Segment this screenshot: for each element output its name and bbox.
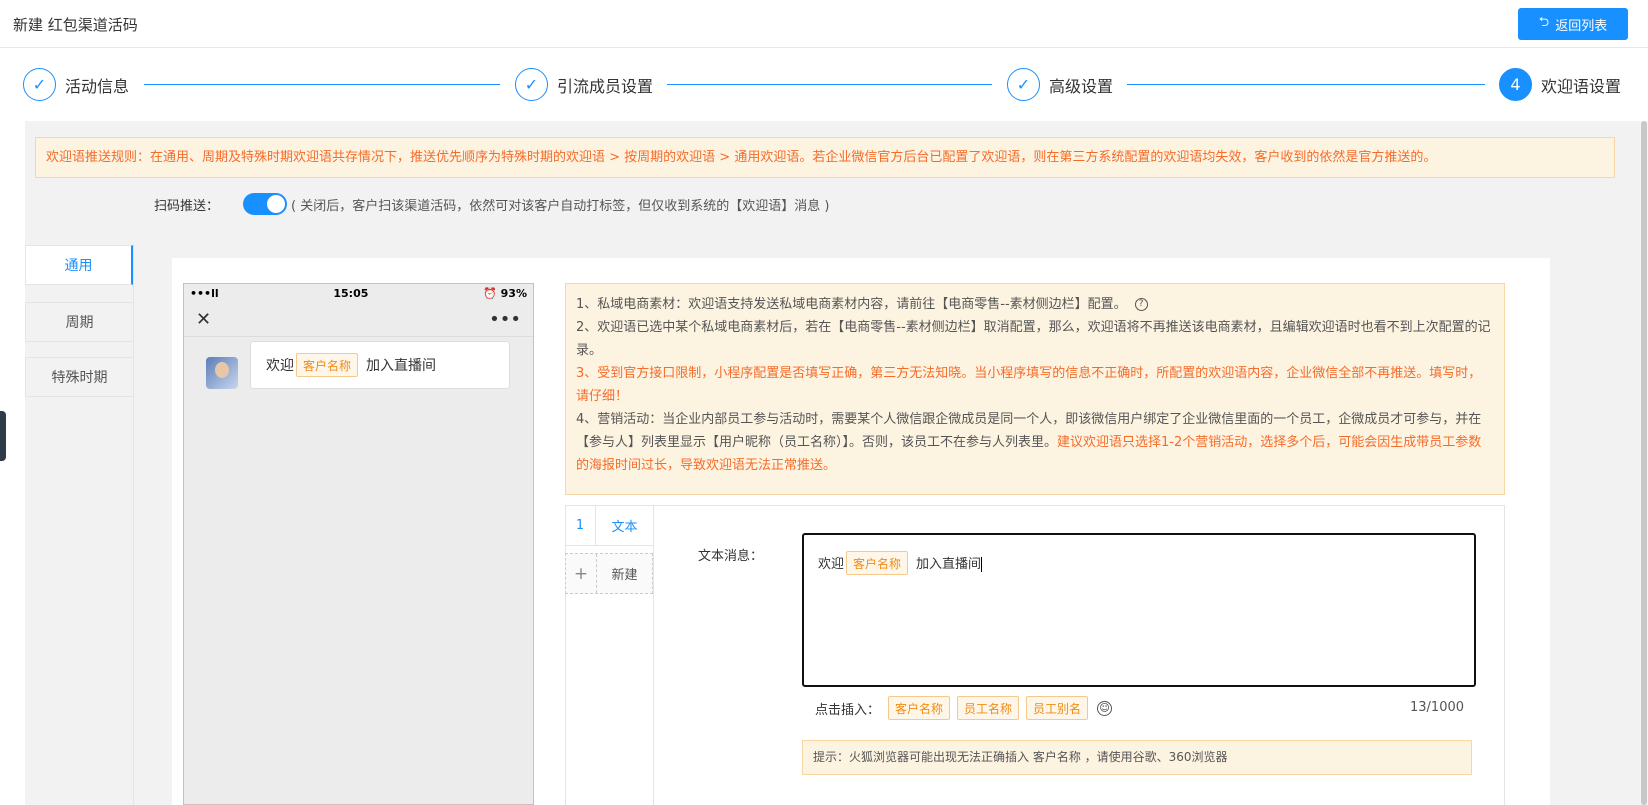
step-connector (667, 84, 992, 85)
phone-preview: •••ll 15:05 ⏰ 93% ✕ ••• 欢迎 客户名称 加入直播间 (183, 283, 534, 805)
insert-variables-row: 点击插入： 客户名称 员工名称 员工别名 ☺ (815, 696, 1113, 720)
insert-staff-alias-button[interactable]: 员工别名 (1026, 696, 1089, 720)
avatar (206, 357, 238, 389)
bubble-suffix: 加入直播间 (366, 358, 437, 374)
step-label: 高级设置 (1049, 76, 1114, 96)
battery-icon: ⏰ 93% (483, 286, 527, 300)
return-icon: ⮌ (1538, 15, 1550, 30)
message-tab-text[interactable]: 1 文本 (565, 505, 653, 546)
back-to-list-button[interactable]: ⮌ 返回列表 (1518, 8, 1628, 40)
check-icon: ✓ (515, 68, 548, 101)
customer-name-tag[interactable]: 客户名称 (846, 551, 909, 575)
scan-push-label: 扫码推送： (154, 198, 220, 214)
customer-name-tag: 客户名称 (296, 353, 359, 377)
page-title: 新建 红包渠道活码 (13, 16, 138, 34)
text-message-label: 文本消息： (698, 549, 764, 564)
chat-bubble: 欢迎 客户名称 加入直播间 (250, 341, 510, 389)
notes-box: 1、私域电商素材：欢迎语支持发送私域电商素材内容，请前往【电商零售--素材侧边栏… (565, 283, 1505, 495)
close-icon: ✕ (196, 308, 212, 330)
page-scrollbar[interactable] (1640, 121, 1648, 805)
editor-divider (653, 505, 654, 805)
add-message-button[interactable]: + 新建 (565, 553, 653, 594)
collapse-handle[interactable] (0, 411, 6, 461)
back-button-label: 返回列表 (1555, 18, 1608, 34)
note-1-text: 1、私域电商素材：欢迎语支持发送私域电商素材内容，请前往【电商零售--素材侧边栏… (576, 297, 1127, 312)
message-tab-label: 文本 (611, 519, 638, 535)
toggle-knob (267, 195, 286, 213)
text-caret (981, 557, 983, 572)
phone-time: 15:05 (333, 286, 369, 300)
note-4: 4、营销活动：当企业内部员工参与活动时，需要某个人微信跟企微成员是同一个人，即该… (576, 408, 1494, 477)
step-number: 4 (1499, 68, 1532, 101)
bubble-prefix: 欢迎 (266, 358, 294, 374)
help-icon[interactable]: ? (1134, 298, 1148, 311)
add-message-label: 新建 (611, 568, 638, 583)
insert-customer-name-button[interactable]: 客户名称 (888, 696, 951, 720)
step-connector (1127, 84, 1485, 85)
scan-push-tip: ( 关闭后，客户扫该渠道活码，依然可对该客户自动打标签，但仅收到系统的【欢迎语】… (291, 198, 830, 214)
step-welcome-settings[interactable]: 4 欢迎语设置 (1499, 68, 1621, 101)
step-label: 引流成员设置 (557, 76, 654, 96)
plus-icon: + (566, 554, 597, 593)
phone-nav-bar: ✕ ••• (184, 302, 533, 337)
scan-push-toggle[interactable] (243, 193, 288, 215)
message-tab-number: 1 (565, 505, 596, 545)
signal-icon: •••ll (190, 286, 219, 300)
step-label: 欢迎语设置 (1541, 76, 1622, 96)
emoji-icon[interactable]: ☺ (1097, 700, 1113, 716)
content-suffix: 加入直播间 (916, 557, 982, 572)
tab-period[interactable]: 周期 (25, 302, 133, 342)
step-connector (144, 84, 500, 85)
push-rule-banner: 欢迎语推送规则：在通用、周期及特殊时期欢迎语共存情况下，推送优先顺序为特殊时期的… (35, 137, 1615, 178)
phone-status-bar: •••ll 15:05 ⏰ 93% (184, 284, 533, 302)
check-icon: ✓ (23, 68, 56, 101)
more-icon: ••• (489, 308, 521, 330)
note-1: 1、私域电商素材：欢迎语支持发送私域电商素材内容，请前往【电商零售--素材侧边栏… (576, 293, 1494, 316)
note-3: 3、受到官方接口限制，小程序配置是否填写正确，第三方无法知晓。当小程序填写的信息… (576, 366, 1482, 404)
top-bar: 新建 红包渠道活码 ⮌ 返回列表 (0, 0, 1648, 48)
chat-message: 欢迎 客户名称 加入直播间 (206, 341, 510, 389)
side-divider (133, 245, 134, 805)
browser-hint: 提示：火狐浏览器可能出现无法正确插入 客户名称 ，请使用谷歌、360浏览器 (802, 740, 1472, 775)
note-2: 2、欢迎语已选中某个私域电商素材后，若在【电商零售--素材侧边栏】取消配置，那么… (576, 320, 1491, 358)
step-advanced-settings[interactable]: ✓ 高级设置 (1007, 68, 1113, 101)
step-activity-info[interactable]: ✓ 活动信息 (23, 68, 129, 101)
insert-label: 点击插入： (815, 702, 881, 718)
scrollbar-thumb[interactable] (1641, 121, 1647, 805)
step-label: 活动信息 (65, 76, 130, 96)
scan-push-row: 扫码推送： ( 关闭后，客户扫该渠道活码，依然可对该客户自动打标签，但仅收到系统… (154, 193, 829, 215)
char-counter: 13/1000 (1410, 700, 1465, 715)
check-icon: ✓ (1007, 68, 1040, 101)
tab-special-period[interactable]: 特殊时期 (25, 357, 133, 397)
steps-bar: ✓ 活动信息 ✓ 引流成员设置 ✓ 高级设置 4 欢迎语设置 (0, 48, 1648, 121)
text-message-input[interactable]: 欢迎 客户名称 加入直播间 (802, 533, 1476, 687)
tab-general[interactable]: 通用 (25, 245, 133, 285)
insert-staff-name-button[interactable]: 员工名称 (957, 696, 1020, 720)
content-prefix: 欢迎 (818, 557, 845, 572)
step-member-settings[interactable]: ✓ 引流成员设置 (515, 68, 653, 101)
